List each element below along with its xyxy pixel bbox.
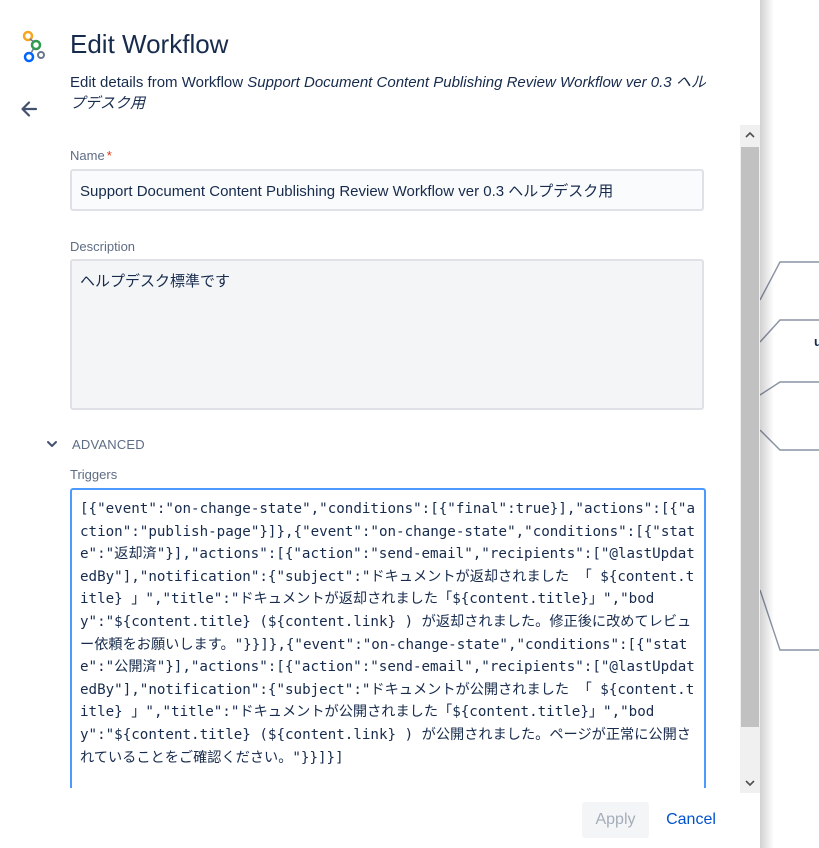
apply-button[interactable]: Apply bbox=[582, 802, 649, 838]
triggers-overflow-fade bbox=[72, 770, 704, 788]
chevron-down-icon bbox=[46, 437, 60, 451]
description-input[interactable]: ヘルプデスク標準です bbox=[70, 259, 704, 410]
scroll-down-button[interactable] bbox=[740, 773, 760, 793]
chevron-down-icon bbox=[745, 774, 755, 792]
triggers-code[interactable]: [{"event":"on-change-state","conditions"… bbox=[72, 490, 704, 769]
triggers-label: Triggers bbox=[70, 467, 118, 482]
page-title: Edit Workflow bbox=[70, 29, 229, 59]
panel-scrollbar[interactable] bbox=[740, 125, 760, 793]
edit-workflow-panel: Edit Workflow Edit details from Workflow… bbox=[0, 0, 760, 848]
advanced-toggle[interactable]: ADVANCED bbox=[46, 434, 145, 454]
panel-shadow bbox=[760, 0, 774, 848]
arrow-left-icon bbox=[19, 99, 39, 124]
back-button[interactable] bbox=[16, 98, 42, 124]
page-subtitle: Edit details from Workflow Support Docum… bbox=[70, 72, 718, 114]
required-marker: * bbox=[106, 148, 112, 163]
workflow-logo-icon bbox=[20, 30, 46, 64]
scrollbar-thumb[interactable] bbox=[741, 147, 759, 727]
name-input[interactable] bbox=[70, 169, 704, 211]
name-label: Name * bbox=[70, 148, 112, 163]
triggers-input[interactable]: [{"event":"on-change-state","conditions"… bbox=[70, 488, 706, 788]
subtitle-prefix: Edit details from Workflow bbox=[70, 74, 248, 91]
workflow-diagram-background: u bbox=[760, 0, 819, 848]
description-label: Description bbox=[70, 239, 136, 254]
chevron-up-icon bbox=[745, 126, 755, 144]
scroll-up-button[interactable] bbox=[740, 125, 760, 145]
advanced-label: ADVANCED bbox=[72, 436, 145, 452]
cancel-button[interactable]: Cancel bbox=[657, 802, 725, 838]
diagram-node-text: u bbox=[814, 334, 819, 349]
